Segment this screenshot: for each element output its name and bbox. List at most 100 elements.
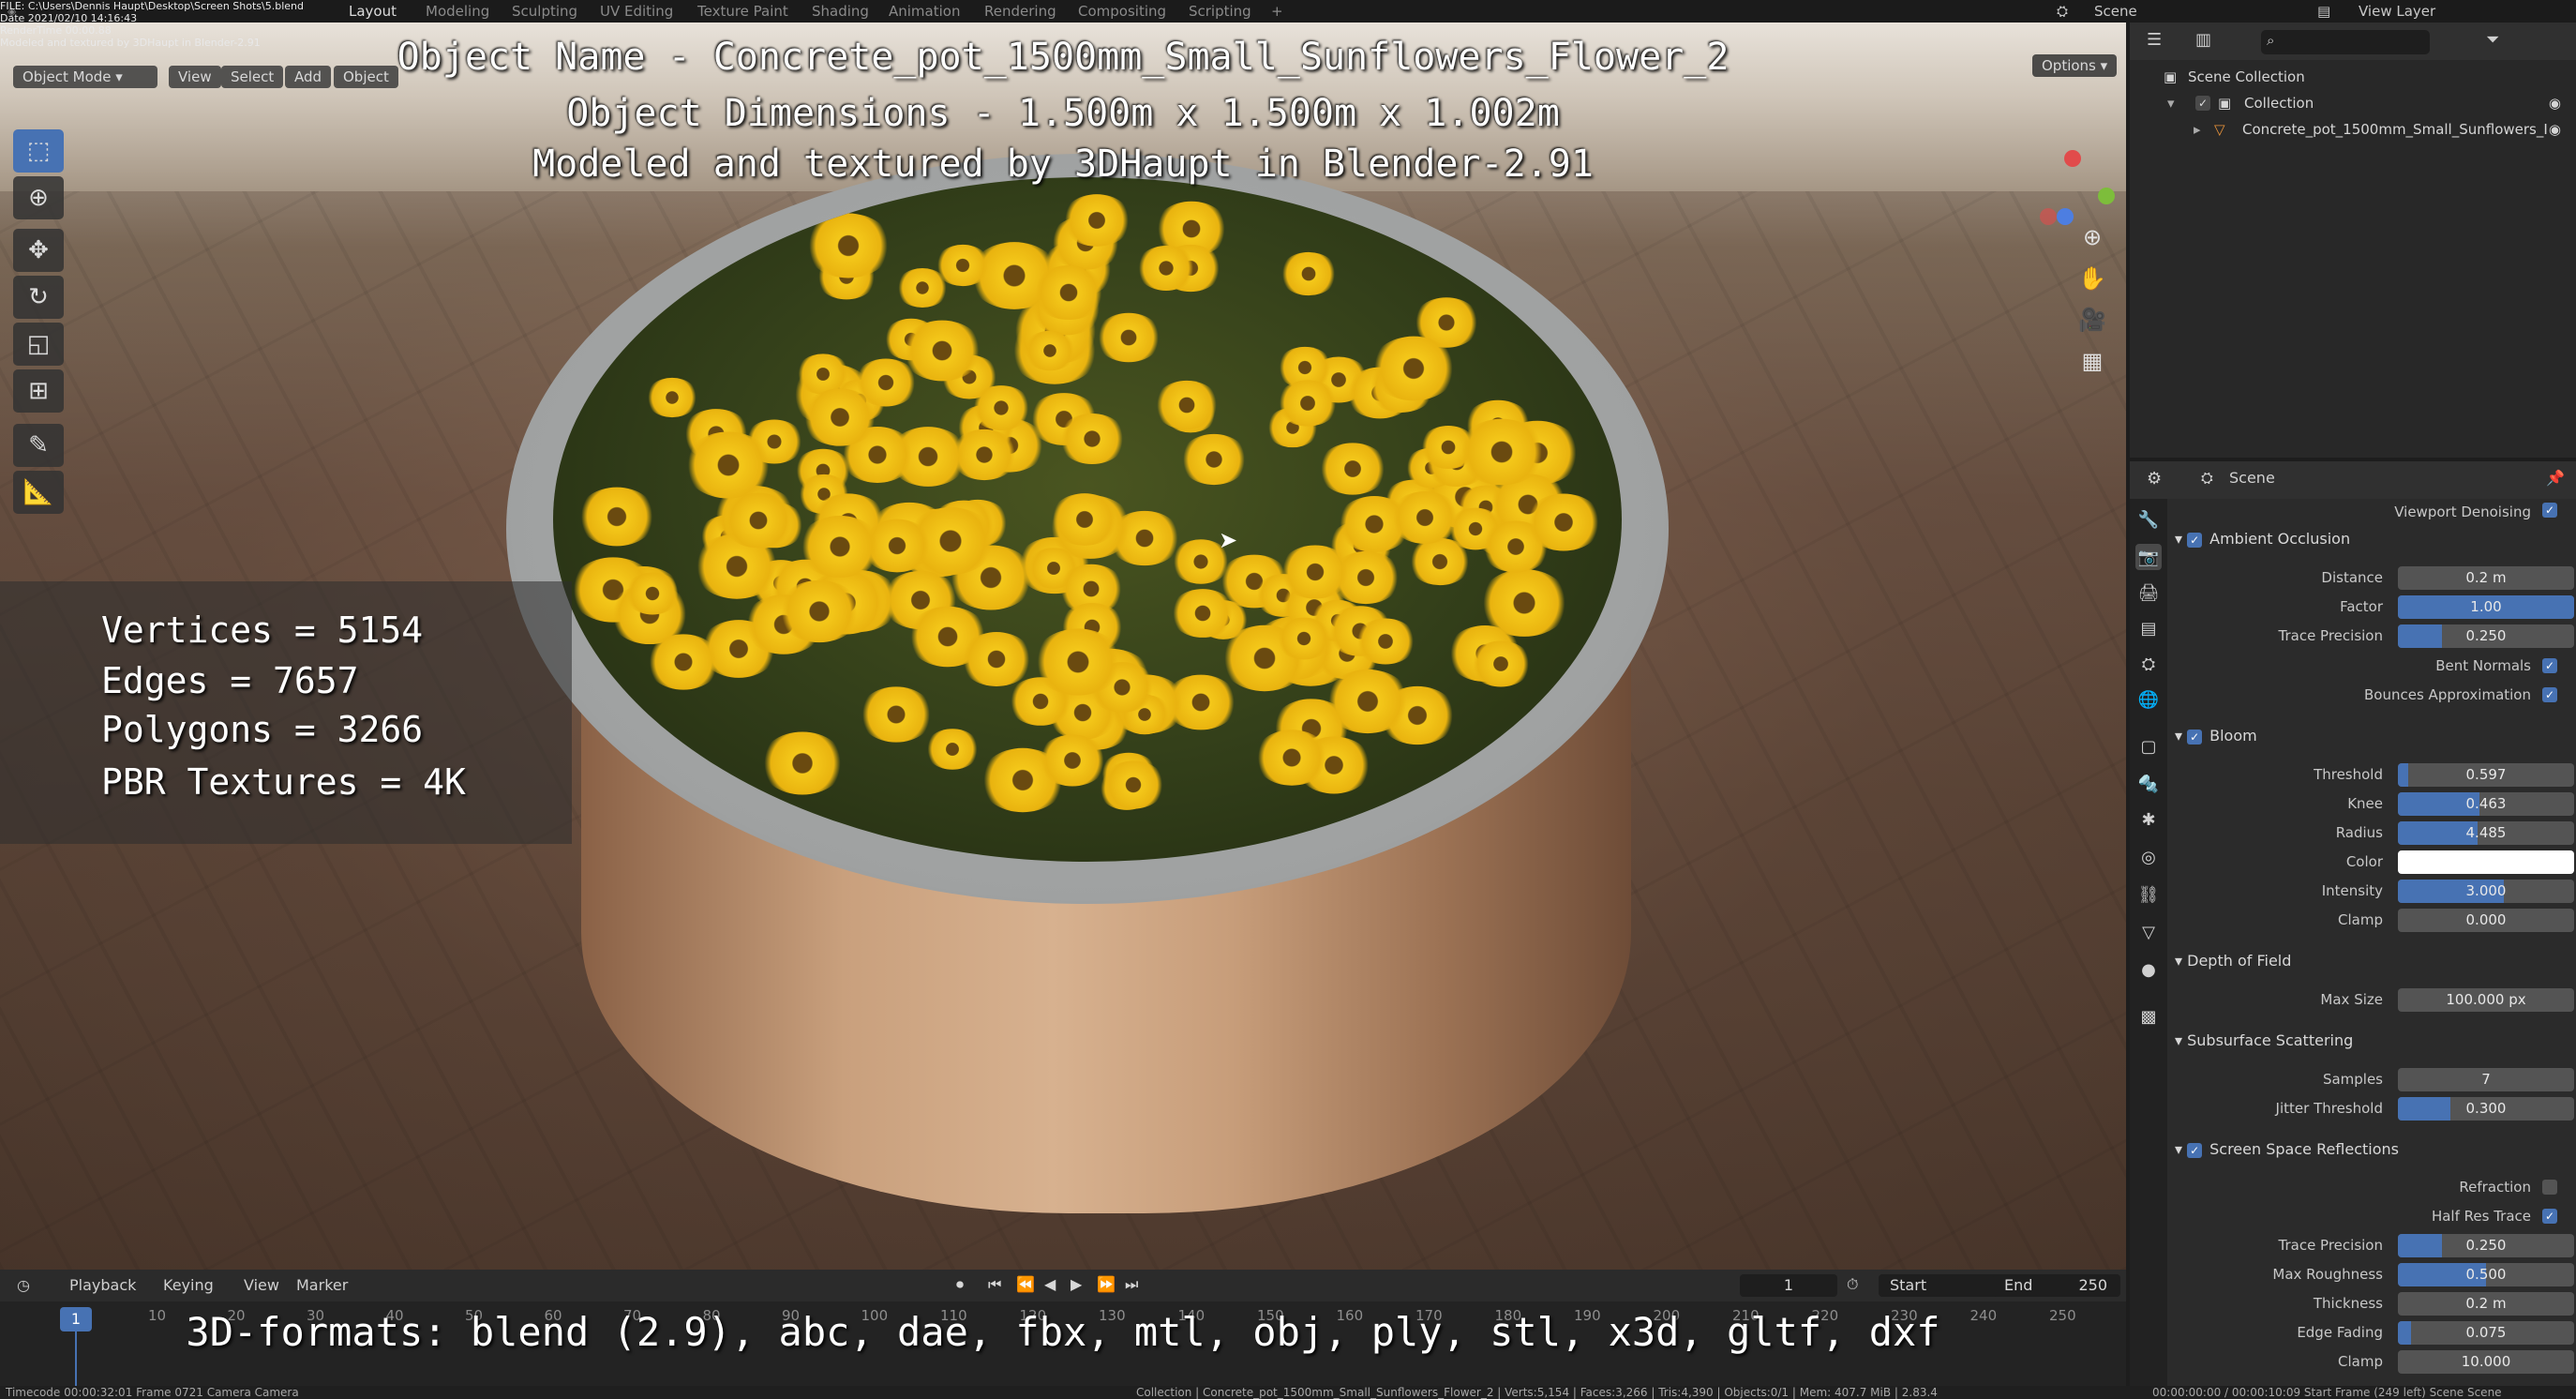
camera-icon[interactable]: 🎥 xyxy=(2072,302,2113,338)
ao-factor-slider[interactable]: 1.00 xyxy=(2398,595,2574,619)
add-workspace-icon[interactable]: + xyxy=(1271,2,1283,21)
tab-rendering[interactable]: Rendering xyxy=(984,2,1056,21)
menu-marker[interactable]: Marker xyxy=(296,1275,348,1296)
bounces-approximation-checkbox[interactable]: ✓ xyxy=(2542,687,2557,702)
menu-view[interactable]: View xyxy=(244,1275,279,1296)
tab-scripting[interactable]: Scripting xyxy=(1189,2,1251,21)
outliner-search-input[interactable]: ⌕ xyxy=(2261,30,2430,54)
object-tab-icon[interactable]: ▢ xyxy=(2135,733,2162,760)
bloom-header[interactable]: ▾ ✓ Bloom xyxy=(2175,722,2574,750)
ssr-trace-precision-slider[interactable]: 0.250 xyxy=(2398,1234,2574,1257)
properties-editor-icon[interactable]: ⚙ xyxy=(2147,469,2162,489)
jump-start-icon[interactable]: ⏮ xyxy=(988,1275,1001,1294)
menu-object[interactable]: Object xyxy=(334,66,398,88)
rotate-icon[interactable]: ↻ xyxy=(13,276,64,319)
grid-ortho-icon[interactable]: ▦ xyxy=(2072,343,2113,379)
ssr-half-res-checkbox[interactable]: ✓ xyxy=(2542,1209,2557,1224)
sss-samples-field[interactable]: 7 xyxy=(2398,1068,2574,1091)
bloom-threshold-slider[interactable]: 0.597 xyxy=(2398,763,2574,787)
play-icon[interactable]: ▶ xyxy=(1071,1275,1082,1293)
bent-normals-checkbox[interactable]: ✓ xyxy=(2542,658,2557,673)
expand-arrow-icon[interactable]: ▾ xyxy=(2167,90,2175,116)
tab-compositing[interactable]: Compositing xyxy=(1078,2,1166,21)
zoom-icon[interactable]: ⊕ xyxy=(2072,219,2113,255)
tab-texture-paint[interactable]: Texture Paint xyxy=(697,2,788,21)
display-mode-icon[interactable]: ▥ xyxy=(2195,30,2211,50)
move-icon[interactable]: ✥ xyxy=(13,229,64,272)
view-layer-tab-icon[interactable]: ▤ xyxy=(2135,615,2162,641)
ssr-header[interactable]: ▾ ✓ Screen Space Reflections xyxy=(2175,1136,2574,1164)
include-checkbox[interactable]: ✓ xyxy=(2195,96,2210,111)
bloom-enable-checkbox[interactable]: ✓ xyxy=(2187,729,2203,745)
viewport-denoising-checkbox[interactable]: ✓ xyxy=(2542,503,2557,518)
tab-shading[interactable]: Shading xyxy=(812,2,869,21)
eye-icon[interactable]: ◉ xyxy=(2549,90,2561,116)
bloom-clamp-field[interactable]: 0.000 xyxy=(2398,909,2574,932)
prev-keyframe-icon[interactable]: ⏪ xyxy=(1016,1275,1035,1293)
constraints-tab-icon[interactable]: ⛓ xyxy=(2135,881,2162,908)
filter-icon[interactable]: ⏷ xyxy=(2486,30,2499,50)
menu-select[interactable]: Select xyxy=(221,66,284,88)
bloom-intensity-slider[interactable]: 3.000 xyxy=(2398,880,2574,903)
view-layer-selector[interactable]: ▤ View Layer xyxy=(2315,0,2576,23)
tab-modeling[interactable]: Modeling xyxy=(426,2,489,21)
gizmo-y-axis[interactable] xyxy=(2098,188,2115,204)
menu-view[interactable]: View xyxy=(169,66,221,88)
annotate-icon[interactable]: ✎ xyxy=(13,424,64,467)
ssr-enable-checkbox[interactable]: ✓ xyxy=(2187,1142,2203,1158)
ssr-refraction-checkbox[interactable] xyxy=(2542,1180,2557,1195)
tab-animation[interactable]: Animation xyxy=(889,2,960,21)
measure-icon[interactable]: 📐 xyxy=(13,471,64,514)
ambient-occlusion-enable-checkbox[interactable]: ✓ xyxy=(2187,532,2203,548)
scene-tab-icon[interactable]: ⛭ xyxy=(2135,651,2162,677)
ssr-clamp-field[interactable]: 10.000 xyxy=(2398,1350,2574,1374)
pin-icon[interactable]: 📌 xyxy=(2546,469,2565,487)
outliner-row-collection[interactable]: ▾ ✓ ▣ Collection ◉ xyxy=(2130,90,2576,116)
bloom-radius-slider[interactable]: 4.485 xyxy=(2398,821,2574,845)
gizmo-neg-x-axis[interactable] xyxy=(2040,208,2057,225)
ssr-edge-fading-slider[interactable]: 0.075 xyxy=(2398,1321,2574,1345)
transform-icon[interactable]: ⊞ xyxy=(13,369,64,413)
mode-selector[interactable]: Object Mode ▾ xyxy=(13,66,157,88)
outliner-row-scene-collection[interactable]: ▣ Scene Collection xyxy=(2130,64,2576,90)
data-tab-icon[interactable]: ▽ xyxy=(2135,919,2162,945)
sss-jitter-slider[interactable]: 0.300 xyxy=(2398,1097,2574,1121)
eye-icon[interactable]: ◉ xyxy=(2549,116,2561,143)
outliner-editor-icon[interactable]: ☰ xyxy=(2147,30,2162,50)
ao-distance-field[interactable]: 0.2 m xyxy=(2398,566,2574,590)
cursor-icon[interactable]: ⊕ xyxy=(13,176,64,219)
output-tab-icon[interactable]: 🖨 xyxy=(2135,579,2162,606)
scale-icon[interactable]: ◱ xyxy=(13,323,64,366)
ao-trace-precision-slider[interactable]: 0.250 xyxy=(2398,624,2574,648)
world-tab-icon[interactable]: 🌐 xyxy=(2135,686,2162,713)
expand-arrow-icon[interactable]: ▸ xyxy=(2194,116,2201,143)
outliner-row-object[interactable]: ▸ ▽ Concrete_pot_1500mm_Small_Sunflowers… xyxy=(2130,116,2576,143)
texture-tab-icon[interactable]: ▩ xyxy=(2135,1003,2162,1030)
select-box-icon[interactable]: ⬚ xyxy=(13,129,64,173)
bloom-knee-slider[interactable]: 0.463 xyxy=(2398,792,2574,816)
subsurface-scattering-header[interactable]: ▾ Subsurface Scattering xyxy=(2175,1027,2574,1055)
ssr-thickness-field[interactable]: 0.2 m xyxy=(2398,1292,2574,1316)
options-button[interactable]: Options ▾ xyxy=(2032,54,2118,77)
render-tab-icon[interactable]: 📷 xyxy=(2135,544,2162,570)
end-frame-field[interactable]: End 250 xyxy=(1993,1274,2120,1297)
material-tab-icon[interactable]: ● xyxy=(2135,956,2162,983)
play-reverse-icon[interactable]: ◀ xyxy=(1044,1275,1056,1293)
current-frame-field[interactable]: 1 xyxy=(1740,1274,1837,1297)
tab-sculpting[interactable]: Sculpting xyxy=(512,2,577,21)
stopwatch-icon[interactable]: ⏱ xyxy=(1847,1275,1858,1294)
gizmo-x-axis[interactable] xyxy=(2064,150,2081,167)
dof-max-size-field[interactable]: 100.000 px xyxy=(2398,988,2574,1012)
particles-tab-icon[interactable]: ✱ xyxy=(2135,806,2162,833)
record-icon[interactable]: ⏺ xyxy=(956,1275,964,1294)
menu-keying[interactable]: Keying xyxy=(163,1275,214,1296)
menu-playback[interactable]: Playback xyxy=(69,1275,136,1296)
depth-of-field-header[interactable]: ▾ Depth of Field xyxy=(2175,947,2574,975)
tool-tab-icon[interactable]: 🔧 xyxy=(2135,506,2162,533)
bloom-color-swatch[interactable] xyxy=(2398,850,2574,874)
physics-tab-icon[interactable]: ◎ xyxy=(2135,844,2162,870)
jump-end-icon[interactable]: ⏭ xyxy=(1125,1275,1138,1294)
scene-selector[interactable]: ⛭ Scene xyxy=(2055,0,2289,23)
ssr-max-roughness-slider[interactable]: 0.500 xyxy=(2398,1263,2574,1286)
next-keyframe-icon[interactable]: ⏩ xyxy=(1097,1275,1116,1293)
